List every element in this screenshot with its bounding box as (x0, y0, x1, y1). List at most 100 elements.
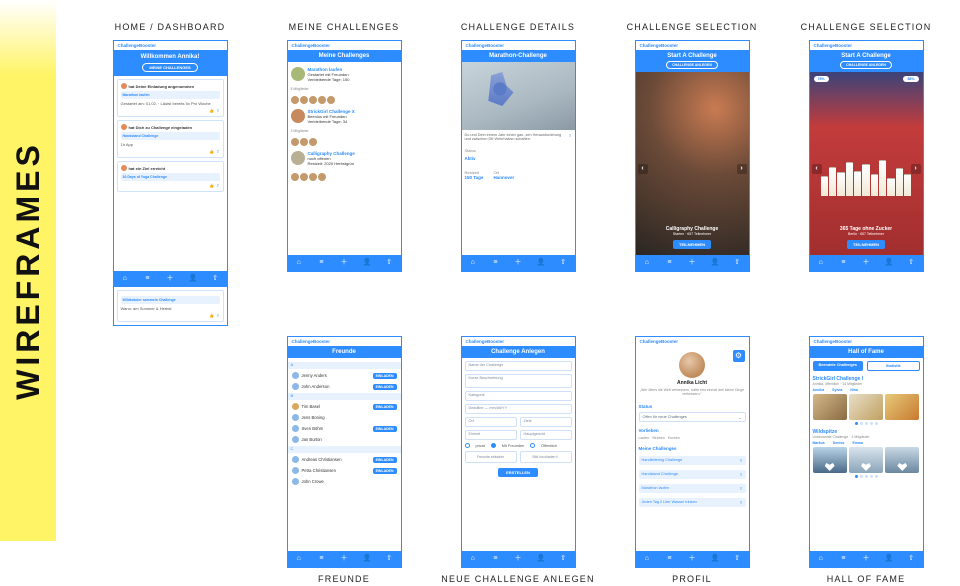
radio-off[interactable] (530, 443, 535, 448)
challenge-item[interactable]: Calligraphy Challengenoch offenenRestzei… (291, 149, 398, 168)
create-button[interactable]: ERSTELLEN (498, 468, 538, 477)
hof-thumb[interactable] (885, 394, 919, 420)
input-desc[interactable]: Kurze Beschreibung (465, 374, 572, 388)
friend-row[interactable]: John AndersonEINLADEN (291, 381, 398, 392)
chevron-right-icon[interactable]: › (911, 164, 921, 174)
nav-home-icon[interactable]: ⌂ (643, 259, 651, 267)
teilnehmen-button[interactable]: TEILNEHMEN (847, 240, 885, 249)
nav-hof-icon[interactable]: ⇧ (559, 259, 567, 267)
nav-home-icon[interactable]: ⌂ (295, 555, 303, 563)
nav-add-icon[interactable]: ＋ (166, 275, 174, 283)
pill-anlegen[interactable]: CHALLENGE ANLEGEN (666, 61, 718, 69)
teilnehmen-button[interactable]: TEILNEHMEN (673, 240, 711, 249)
invite-badge[interactable]: EINLADEN (373, 426, 397, 432)
heart-icon[interactable] (897, 463, 907, 471)
friend-row[interactable]: Tim BaselEINLADEN (291, 401, 398, 412)
input-deadline[interactable]: Deadline — mm/dd/YY (465, 404, 572, 414)
share-icon[interactable]: ⇪ (216, 149, 219, 154)
nav-hof-icon[interactable]: ⇧ (559, 555, 567, 563)
nav-hof-icon[interactable]: ⇧ (733, 555, 741, 563)
nav-add-icon[interactable]: ＋ (862, 259, 870, 267)
share-icon[interactable]: ⇪ (568, 133, 571, 141)
nav-profile-icon[interactable]: 👤 (885, 259, 893, 267)
share-icon[interactable]: ⇪ (739, 458, 742, 463)
cover-calligraphy[interactable]: ‹ › Calligraphy Challenge Starten · 657 … (636, 72, 749, 255)
nav-home-icon[interactable]: ⌂ (295, 259, 303, 267)
nav-list-icon[interactable]: ≡ (317, 259, 325, 267)
hof-thumb[interactable] (849, 394, 883, 420)
nav-list-icon[interactable]: ≡ (665, 259, 673, 267)
nav-list-icon[interactable]: ≡ (317, 555, 325, 563)
mini-challenge[interactable]: Handlettering Challenge⇪ (639, 456, 746, 465)
nav-home-icon[interactable]: ⌂ (643, 555, 651, 563)
like-icon[interactable]: 👍 (209, 108, 214, 113)
like-icon[interactable]: 👍 (209, 183, 214, 188)
nav-add-icon[interactable]: ＋ (340, 555, 348, 563)
share-icon[interactable]: ⇪ (216, 183, 219, 188)
nav-profile-icon[interactable]: 👤 (189, 275, 197, 283)
share-icon[interactable]: ⇪ (739, 500, 742, 505)
friend-row[interactable]: Petra ChristiansenEINLADEN (291, 465, 398, 476)
input-ort[interactable]: Ort (465, 417, 517, 427)
input-haupt[interactable]: Hauptgericht (520, 430, 572, 440)
input-category[interactable]: Kategorie (465, 391, 572, 401)
profile-avatar[interactable] (679, 352, 705, 378)
share-icon[interactable]: ⇪ (216, 108, 219, 113)
chevron-right-icon[interactable]: › (737, 164, 747, 174)
nav-add-icon[interactable]: ＋ (514, 259, 522, 267)
invite-badge[interactable]: EINLADEN (373, 404, 397, 410)
mini-challenge[interactable]: Jeden Tag 2 Liter Wasser trinken⇪ (639, 498, 746, 507)
nav-hof-icon[interactable]: ⇧ (385, 555, 393, 563)
nav-home-icon[interactable]: ⌂ (817, 555, 825, 563)
nav-home-icon[interactable]: ⌂ (469, 259, 477, 267)
share-icon[interactable]: ⇪ (739, 486, 742, 491)
friend-row[interactable]: Sven BöhmEINLADEN (291, 423, 398, 434)
hof-thumb[interactable] (885, 447, 919, 473)
nav-add-icon[interactable]: ＋ (688, 259, 696, 267)
nav-home-icon[interactable]: ⌂ (121, 275, 129, 283)
mini-challenge[interactable]: Handstand Challenge⇪ (639, 470, 746, 479)
feed-card[interactable]: hat Dich zu Challenge eingeladen Handsta… (117, 120, 224, 158)
tab-beendete[interactable]: Beendete Challenges (813, 361, 864, 371)
radio-privat[interactable] (465, 443, 470, 448)
feed-card[interactable]: hat Deine Einladung angenommen Marathon … (117, 79, 224, 117)
hero-cta[interactable]: MEINE CHALLENGES (142, 63, 197, 72)
feed-card[interactable]: hat ein Ziel erreicht 30 Days of Yoga Ch… (117, 161, 224, 192)
challenge-item[interactable]: Marathon laufenGestartet mit FreundenVer… (291, 65, 398, 84)
nav-home-icon[interactable]: ⌂ (469, 555, 477, 563)
nav-home-icon[interactable]: ⌂ (817, 259, 825, 267)
friend-row[interactable]: Jens Boning (291, 412, 398, 423)
nav-list-icon[interactable]: ≡ (839, 259, 847, 267)
gear-icon[interactable]: ⚙ (733, 350, 745, 362)
nav-add-icon[interactable]: ＋ (862, 555, 870, 563)
nav-add-icon[interactable]: ＋ (688, 555, 696, 563)
nav-list-icon[interactable]: ≡ (143, 275, 151, 283)
friend-row[interactable]: Jan Burton (291, 434, 398, 445)
nav-profile-icon[interactable]: 👤 (363, 555, 371, 563)
nav-profile-icon[interactable]: 👤 (885, 555, 893, 563)
nav-profile-icon[interactable]: 👤 (711, 259, 719, 267)
hof-thumb[interactable] (849, 447, 883, 473)
chevron-left-icon[interactable]: ‹ (638, 164, 648, 174)
friend-row[interactable]: Jenny AndersEINLADEN (291, 370, 398, 381)
input-name[interactable]: Name der Challenge (465, 361, 572, 371)
heart-icon[interactable] (861, 463, 871, 471)
friend-row[interactable]: John Crowe (291, 476, 398, 487)
upload-friends[interactable]: Freunde einladen (465, 451, 517, 463)
nav-profile-icon[interactable]: 👤 (537, 259, 545, 267)
radio-mit[interactable] (491, 443, 496, 448)
like-icon[interactable]: 👍 (209, 313, 214, 318)
input-einheit[interactable]: Einheit (465, 430, 517, 440)
cover-zucker[interactable]: 75% 88% ‹ › 365 Tage ohne Zucker Berlin … (810, 72, 923, 255)
nav-list-icon[interactable]: ≡ (491, 259, 499, 267)
invite-badge[interactable]: EINLADEN (373, 468, 397, 474)
nav-hof-icon[interactable]: ⇧ (907, 259, 915, 267)
invite-badge[interactable]: EINLADEN (373, 373, 397, 379)
extra-card[interactable]: Wildkräuter sammeln Challenge Wann: am S… (117, 290, 224, 322)
nav-add-icon[interactable]: ＋ (340, 259, 348, 267)
nav-add-icon[interactable]: ＋ (514, 555, 522, 563)
status-select[interactable]: Offen für neue Challenges⌄ (639, 412, 746, 422)
invite-badge[interactable]: EINLADEN (373, 384, 397, 390)
share-icon[interactable]: ⇪ (739, 472, 742, 477)
nav-list-icon[interactable]: ≡ (665, 555, 673, 563)
